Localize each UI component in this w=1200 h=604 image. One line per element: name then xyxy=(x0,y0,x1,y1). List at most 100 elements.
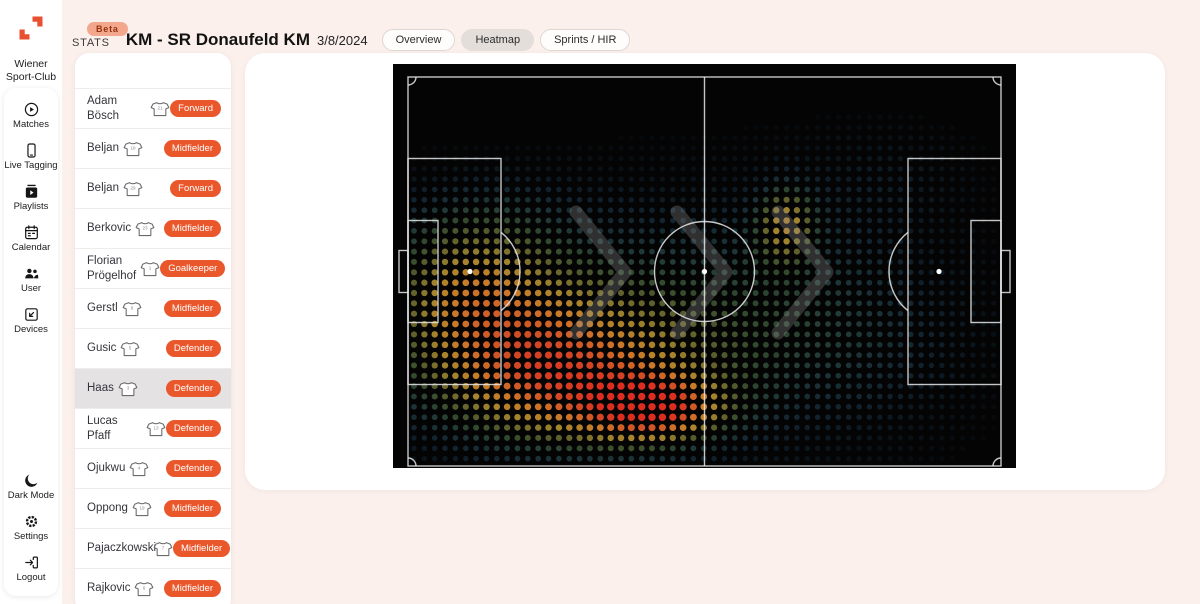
position-badge: Midfielder xyxy=(164,580,221,597)
sidebar-item-label: User xyxy=(21,284,41,295)
soccer-field-heatmap xyxy=(393,64,1016,468)
logout-icon xyxy=(23,554,40,571)
player-rows: Adam Bösch21ForwardBeljan18MidfielderBel… xyxy=(75,89,231,604)
player-name: Beljan xyxy=(87,141,119,155)
shirt-icon: 3 xyxy=(118,381,138,397)
tab-overview[interactable]: Overview xyxy=(382,29,456,51)
stats-label: STATS xyxy=(72,37,110,49)
player-name: Pajaczkowski xyxy=(87,541,149,555)
view-tabs: OverviewHeatmap Sprints / HIR xyxy=(382,29,631,51)
sidebar-item-label: Devices xyxy=(14,325,48,336)
sidebar-item-label: Matches xyxy=(13,120,49,131)
position-badge: Midfielder xyxy=(164,140,221,157)
beta-badge: Beta xyxy=(87,22,128,36)
svg-text:21: 21 xyxy=(158,105,164,110)
player-row-beljan[interactable]: Beljan 18 Midfielder xyxy=(75,129,231,169)
player-row-oppong[interactable]: Oppong19Midfielder xyxy=(75,489,231,529)
heatmap-panel xyxy=(245,53,1165,490)
tab-sprints-hir[interactable]: Sprints / HIR xyxy=(540,29,630,51)
sidebar-item-dark-mode[interactable]: Dark Mode xyxy=(4,467,58,508)
position-badge: Goalkeeper xyxy=(160,260,225,277)
stats-wordmark: STATS Beta xyxy=(72,31,110,49)
shirt-icon: 7 xyxy=(153,541,173,557)
moon-icon xyxy=(23,472,40,489)
sidebar-item-devices[interactable]: Devices xyxy=(4,301,58,342)
left-sidebar: Wiener Sport-Club Matches Live Tagging Pla… xyxy=(0,0,62,604)
player-row-haas[interactable]: Haas3Defender xyxy=(75,369,231,409)
position-badge: Midfielder xyxy=(164,300,221,317)
player-name: Ojukwu xyxy=(87,461,125,475)
gear-icon xyxy=(23,513,40,530)
player-row-beljan[interactable]: Beljan 29 Forward xyxy=(75,169,231,209)
svg-text:19: 19 xyxy=(139,505,145,510)
users-icon xyxy=(23,265,40,282)
player-name: Rajkovic xyxy=(87,581,130,595)
player-name: Haas xyxy=(87,381,114,395)
position-badge: Defender xyxy=(166,420,221,437)
position-badge: Defender xyxy=(166,460,221,477)
sidebar-main-items: Matches Live Tagging Playlists Calendar User… xyxy=(4,96,58,342)
header: STATS Beta KM - SR Donaufeld KM 3/8/2024… xyxy=(72,26,630,54)
sidebar-item-logout[interactable]: Logout xyxy=(4,549,58,590)
player-row-florian-prögelhof[interactable]: Florian Prögelhof1Goalkeeper xyxy=(75,249,231,289)
player-row-lucas-pfaff[interactable]: Lucas Pfaff 13 Defender xyxy=(75,409,231,449)
player-name: Gusic xyxy=(87,341,116,355)
svg-text:18: 18 xyxy=(130,145,136,150)
player-name: Beljan xyxy=(87,181,119,195)
player-name: Gerstl xyxy=(87,301,118,315)
shirt-icon: 8 xyxy=(122,301,142,317)
sidebar-item-label: Live Tagging xyxy=(4,161,57,172)
svg-text:23: 23 xyxy=(143,225,149,230)
sidebar-item-calendar[interactable]: Calendar xyxy=(4,219,58,260)
player-row-rajkovic[interactable]: Rajkovic 6 Midfielder xyxy=(75,569,231,604)
player-row-pajaczkowski[interactable]: Pajaczkowski 7Midfielder xyxy=(75,529,231,569)
tab-heatmap[interactable]: Heatmap xyxy=(461,29,534,51)
shirt-icon: 29 xyxy=(123,181,143,197)
shirt-icon: 6 xyxy=(134,581,154,597)
shirt-icon: 5 xyxy=(120,341,140,357)
club-logo-icon xyxy=(13,10,49,46)
match-date: 3/8/2024 xyxy=(317,33,368,48)
shirt-icon: 19 xyxy=(132,501,152,517)
sidebar-item-matches[interactable]: Matches xyxy=(4,96,58,137)
sidebar-item-label: Calendar xyxy=(12,243,51,254)
shirt-icon: 18 xyxy=(123,141,143,157)
shirt-icon: 1 xyxy=(140,261,160,277)
sidebar-nav: Matches Live Tagging Playlists Calendar User… xyxy=(4,88,58,596)
player-name: Oppong xyxy=(87,501,128,515)
player-list-header xyxy=(75,53,231,89)
phone-icon xyxy=(23,142,40,159)
player-row-adam-bösch[interactable]: Adam Bösch 21 Forward xyxy=(75,89,231,129)
player-name: Lucas Pfaff xyxy=(87,414,142,443)
shirt-icon: 13 xyxy=(146,421,166,437)
calendar-icon xyxy=(23,224,40,241)
sidebar-item-label: Settings xyxy=(14,532,48,543)
player-row-ojukwu[interactable]: Ojukwu 4 Defender xyxy=(75,449,231,489)
player-row-berkovic[interactable]: Berkovic23Midfielder xyxy=(75,209,231,249)
position-badge: Midfielder xyxy=(173,540,230,557)
position-badge: Forward xyxy=(170,100,221,117)
position-badge: Forward xyxy=(170,180,221,197)
shirt-icon: 23 xyxy=(135,221,155,237)
page-title: KM - SR Donaufeld KM xyxy=(126,30,310,50)
svg-text:13: 13 xyxy=(153,425,159,430)
sidebar-item-label: Logout xyxy=(16,573,45,584)
position-badge: Midfielder xyxy=(164,220,221,237)
player-row-gerstl[interactable]: Gerstl 8 Midfielder xyxy=(75,289,231,329)
sidebar-item-user[interactable]: User xyxy=(4,260,58,301)
club-name: Wiener Sport-Club xyxy=(2,58,60,84)
play-circle-icon xyxy=(23,101,40,118)
sidebar-item-settings[interactable]: Settings xyxy=(4,508,58,549)
player-list-panel: Adam Bösch21ForwardBeljan18MidfielderBel… xyxy=(75,53,231,604)
position-badge: Defender xyxy=(166,340,221,357)
sidebar-item-live-tagging[interactable]: Live Tagging xyxy=(4,137,58,178)
player-name: Adam Bösch xyxy=(87,94,146,123)
heatmap-svg xyxy=(393,64,1016,468)
svg-text:29: 29 xyxy=(130,185,136,190)
device-icon xyxy=(23,306,40,323)
sidebar-item-label: Playlists xyxy=(14,202,49,213)
player-row-gusic[interactable]: Gusic 5 Defender xyxy=(75,329,231,369)
sidebar-item-playlists[interactable]: Playlists xyxy=(4,178,58,219)
sidebar-spacer xyxy=(4,342,58,468)
shirt-icon: 4 xyxy=(129,461,149,477)
